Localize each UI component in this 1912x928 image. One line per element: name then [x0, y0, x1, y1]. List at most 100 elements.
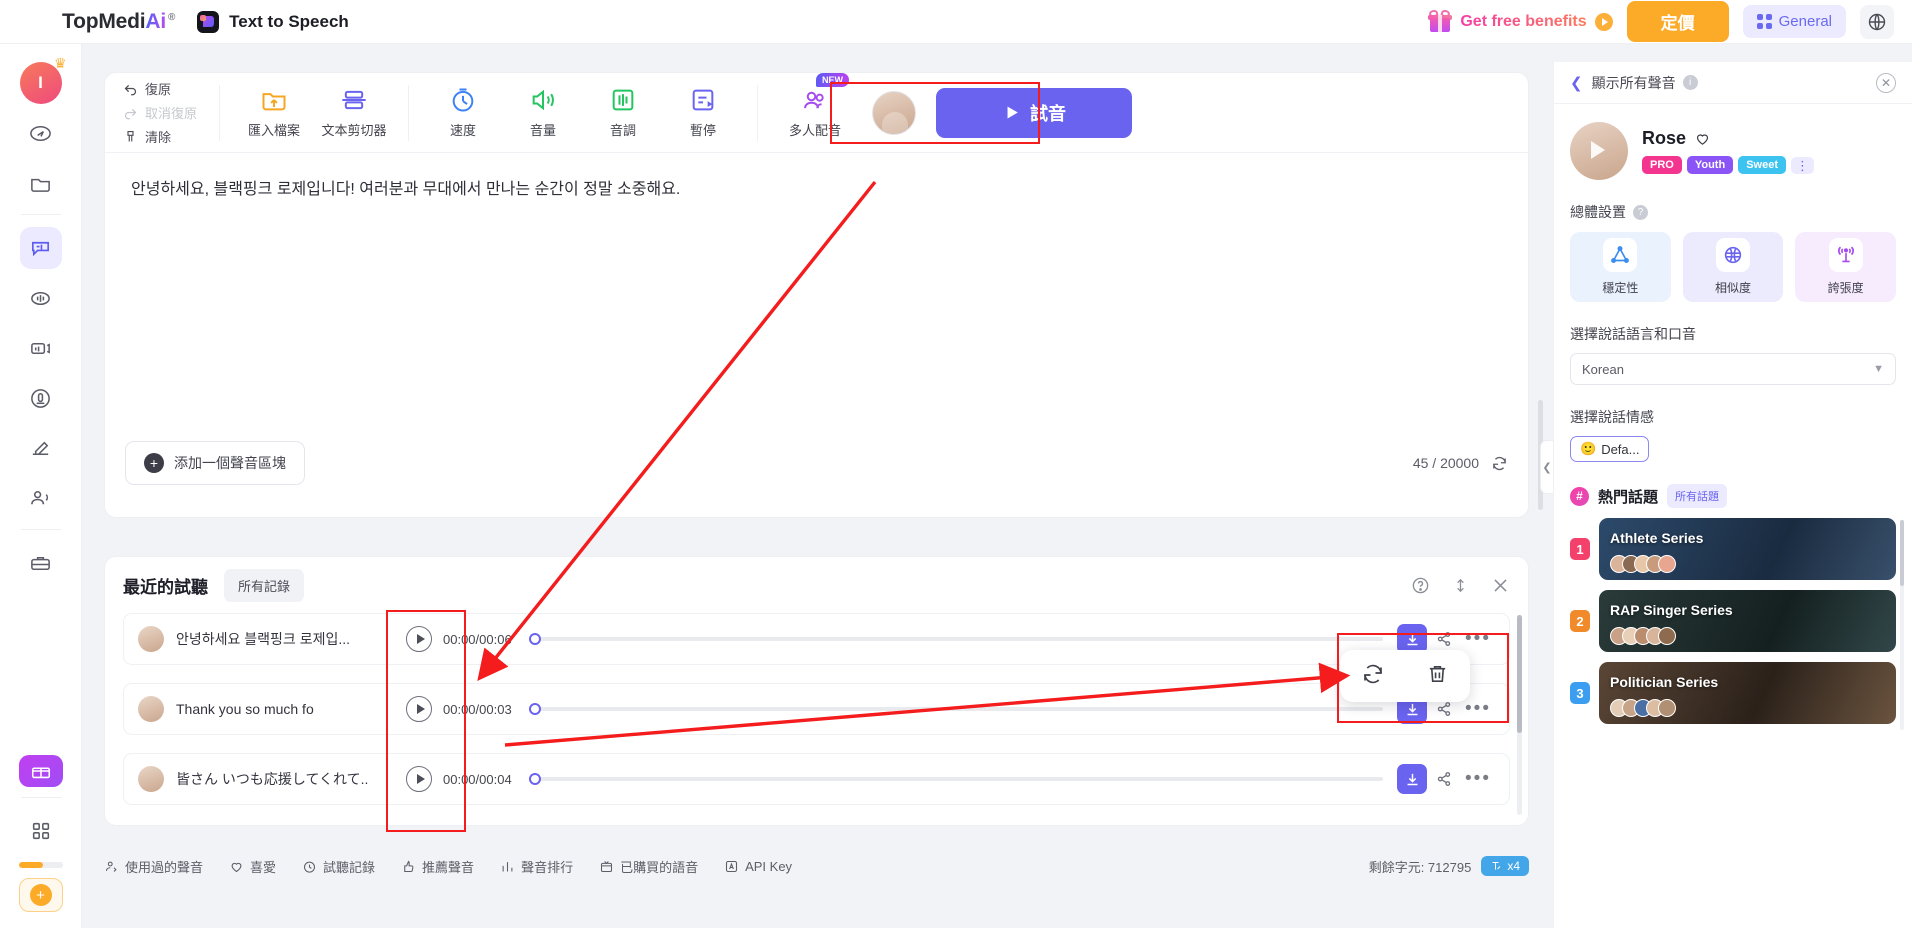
brand-ai: Ai	[145, 9, 166, 33]
slider-knob[interactable]	[529, 773, 541, 785]
volume-button[interactable]: 音量	[503, 86, 583, 139]
download-button[interactable]	[1397, 764, 1427, 794]
share-icon	[1437, 632, 1451, 646]
audio-progress-slider[interactable]	[529, 703, 1383, 715]
bottom-item-voice-ranking[interactable]: 聲音排行	[500, 857, 573, 876]
close-circle-icon[interactable]: ✕	[1876, 72, 1896, 93]
bottom-item-api-key[interactable]: API Key	[724, 859, 792, 874]
share-button[interactable]	[1427, 770, 1461, 788]
bottom-item-favorites[interactable]: 喜愛	[229, 857, 276, 876]
help-circle-icon[interactable]: ?	[1633, 204, 1648, 220]
table-row[interactable]: Thank you so much fo 00:00/00:03 •••	[123, 683, 1510, 735]
slider-knob[interactable]	[529, 633, 541, 645]
table-row[interactable]: 안녕하세요 블랙핑크 로제입... 00:00/00:06 •••	[123, 613, 1510, 665]
redo-button[interactable]: 取消復原	[123, 103, 205, 122]
sidebar-item-voice-changer[interactable]	[20, 277, 62, 319]
topic-card[interactable]: RAP Singer Series	[1599, 590, 1896, 652]
redo-label: 取消復原	[145, 106, 198, 121]
panel-collapse-handle[interactable]: ❮	[1540, 440, 1554, 494]
help-circle-icon[interactable]: i	[1682, 75, 1698, 90]
sidebar-item-ai-writer[interactable]	[20, 427, 62, 469]
speed-button[interactable]: 速度	[423, 86, 503, 139]
bottom-item-purchased[interactable]: 已購買的語音	[599, 857, 698, 876]
delete-button[interactable]	[1426, 662, 1449, 690]
topic-card[interactable]: Politician Series	[1599, 662, 1896, 724]
refresh-icon[interactable]	[1491, 455, 1508, 472]
sidebar-item-apps[interactable]	[20, 810, 62, 852]
hot-topics-scrollbar[interactable]	[1900, 520, 1904, 730]
text-input-area[interactable]: 안녕하세요, 블랙핑크 로제입니다! 여러분과 무대에서 만나는 순간이 정말 …	[105, 153, 1528, 429]
play-button[interactable]	[406, 766, 432, 792]
share-button[interactable]	[1427, 630, 1461, 648]
ai-writer-icon	[32, 441, 49, 455]
text-splitter-button[interactable]: 文本剪切器	[314, 86, 394, 139]
get-free-benefits-button[interactable]: Get free benefits	[1428, 8, 1613, 34]
sidebar-add-button[interactable]: +	[18, 878, 63, 912]
sidebar-item-voice-clone[interactable]	[20, 377, 62, 419]
sidebar-item-ai-avatar[interactable]	[20, 477, 62, 519]
voice-meta: Rose PRO Youth Sweet ⋮	[1642, 128, 1814, 174]
emotion-chip[interactable]: 🙂 Defa...	[1570, 436, 1650, 462]
show-all-voices-label[interactable]: 顯示所有聲音	[1592, 73, 1676, 93]
sidebar-item-folder[interactable]	[20, 162, 62, 204]
brand-logo[interactable]: TopMediAi ® Text to Speech	[62, 10, 349, 34]
general-button[interactable]: General	[1742, 5, 1846, 38]
audio-progress-slider[interactable]	[529, 773, 1383, 785]
add-voice-block-button[interactable]: + 添加一個聲音區塊	[125, 441, 305, 485]
more-vertical-icon[interactable]: ⋮	[1790, 156, 1814, 174]
sidebar-item-video-translate[interactable]	[20, 327, 62, 369]
close-icon[interactable]	[1491, 576, 1510, 595]
preview-audio-button[interactable]: 試音	[936, 87, 1132, 138]
language-select[interactable]: Korean ▼	[1570, 353, 1896, 385]
sort-updown-icon[interactable]	[1452, 576, 1469, 595]
play-button[interactable]	[406, 696, 432, 722]
slider-knob[interactable]	[529, 703, 541, 715]
sidebar-item-text-to-speech[interactable]	[19, 227, 62, 269]
pricing-button[interactable]: 定價	[1626, 1, 1729, 42]
credit-multiplier-chip[interactable]: x4	[1481, 856, 1529, 876]
language-globe-button[interactable]	[1860, 4, 1894, 39]
undo-button[interactable]: 復原	[123, 79, 205, 98]
setting-exaggeration[interactable]: 誇張度	[1795, 232, 1897, 302]
settings-title-label: 總體設置	[1570, 204, 1626, 220]
multivoice-button[interactable]: NEW 多人配音	[772, 73, 858, 139]
voice-tags: PRO Youth Sweet ⋮	[1642, 156, 1814, 174]
voice-avatar-play[interactable]	[1570, 122, 1628, 180]
more-options-button[interactable]: •••	[1461, 629, 1495, 648]
clear-button[interactable]: 清除	[123, 127, 205, 146]
import-file-button[interactable]: 匯入檔案	[234, 86, 314, 139]
bottom-item-used-voice[interactable]: 使用過的聲音	[104, 857, 203, 876]
pause-insert-button[interactable]: 暫停	[663, 86, 743, 139]
editor-footer: + 添加一個聲音區塊 45 / 20000	[105, 429, 1528, 497]
list-item[interactable]: 3 Politician Series	[1570, 662, 1896, 724]
sidebar-item-toolbox[interactable]	[20, 542, 62, 584]
heart-icon[interactable]	[1694, 130, 1711, 147]
setting-similarity[interactable]: 相似度	[1682, 232, 1784, 302]
chevron-left-icon[interactable]: ❮	[1570, 74, 1583, 92]
table-row[interactable]: 皆さん いつも応援してくれて.. 00:00/00:04 •••	[123, 753, 1510, 805]
sidebar-item-discover[interactable]	[20, 112, 62, 154]
topic-card[interactable]: Athlete Series	[1599, 518, 1896, 580]
all-records-button[interactable]: 所有記錄	[224, 568, 305, 602]
language-label: 選擇說話語言和口音	[1570, 326, 1696, 342]
regenerate-button[interactable]	[1361, 662, 1385, 691]
pitch-button[interactable]: 音調	[583, 86, 663, 139]
more-options-button[interactable]: •••	[1461, 769, 1495, 788]
play-button[interactable]	[406, 626, 432, 652]
selected-voice-avatar[interactable]	[872, 90, 916, 135]
audio-progress-slider[interactable]	[529, 633, 1383, 645]
bottom-item-audition-history[interactable]: 試聽記錄	[302, 857, 375, 876]
share-button[interactable]	[1427, 700, 1461, 718]
history-scrollbar[interactable]	[1517, 615, 1522, 815]
setting-stability[interactable]: 穩定性	[1570, 232, 1671, 302]
user-avatar[interactable]: I ♛	[19, 55, 67, 104]
list-item[interactable]: 2 RAP Singer Series	[1570, 590, 1896, 652]
bottom-item-recommended[interactable]: 推薦聲音	[401, 857, 474, 876]
sidebar-promo-button[interactable]	[18, 755, 63, 787]
brand-name: TopMedi	[62, 9, 146, 33]
list-item[interactable]: 1 Athlete Series	[1570, 518, 1896, 580]
import-file-icon	[262, 93, 286, 111]
more-options-button[interactable]: •••	[1461, 699, 1495, 718]
help-circle-icon[interactable]	[1411, 576, 1430, 595]
all-topics-button[interactable]: 所有話題	[1667, 484, 1728, 508]
